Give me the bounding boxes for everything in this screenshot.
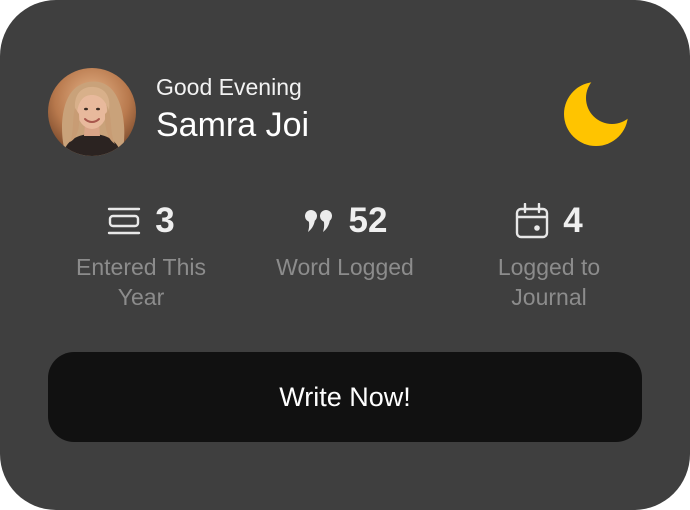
- stat-value: 4: [563, 201, 583, 240]
- stats-row: 3 Entered This Year 52 Word Logged 4 Log…: [38, 198, 652, 318]
- greeting-text: Good Evening: [156, 74, 302, 100]
- stat-label: Logged to Journal: [497, 254, 601, 310]
- stat-logged-to-journal: 4 Logged to Journal: [446, 198, 652, 312]
- quote-icon: [304, 210, 332, 232]
- user-name: Samra Joi: [156, 106, 310, 144]
- stat-value: 3: [155, 201, 175, 240]
- stat-label: Entered This Year: [76, 254, 206, 310]
- avatar-photo-icon: [48, 68, 136, 156]
- stat-label: Word Logged: [276, 254, 414, 280]
- journal-summary-card: Good Evening Samra Joi 3 Entered This Ye…: [0, 0, 690, 510]
- profile-header: Good Evening Samra Joi: [48, 68, 309, 156]
- calendar-icon: [516, 203, 549, 239]
- write-now-button[interactable]: Write Now!: [48, 352, 642, 442]
- moon-icon[interactable]: [560, 78, 632, 150]
- stat-value: 52: [348, 201, 388, 240]
- greeting-block: Good Evening Samra Joi: [156, 74, 310, 145]
- stat-word-logged: 52 Word Logged: [242, 198, 448, 282]
- stack-icon: [108, 207, 141, 235]
- stat-entered-this-year: 3 Entered This Year: [38, 198, 244, 312]
- avatar[interactable]: [48, 68, 136, 156]
